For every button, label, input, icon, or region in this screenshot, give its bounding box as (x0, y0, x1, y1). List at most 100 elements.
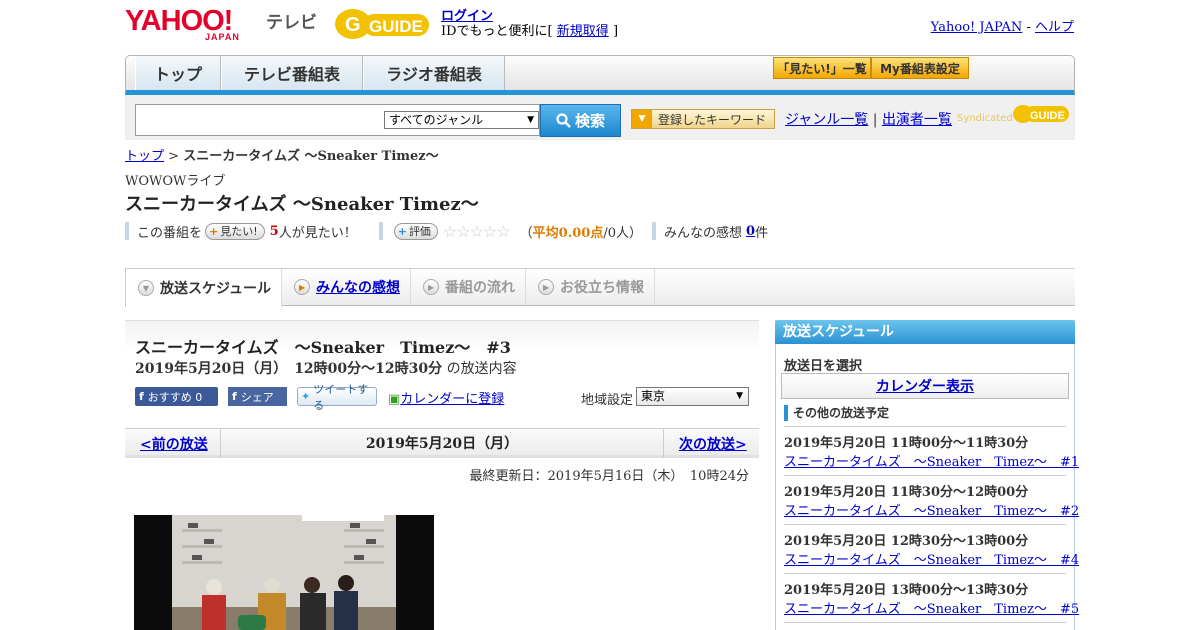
star-icon: ☆ (456, 221, 470, 241)
tab-useful-info: ▶ お役立ち情報 (526, 269, 656, 305)
performer-list-link[interactable]: 出演者一覧 (882, 112, 952, 128)
program-thumbnail-graphic (134, 515, 434, 630)
main-nav: トップ テレビ番組表 ラジオ番組表 「見たい!」一覧 My番組表設定 (125, 55, 1075, 95)
mitai-list-button[interactable]: 「見たい!」一覧 (773, 57, 871, 79)
star-icon: ☆ (482, 221, 497, 241)
genre-links-divider: | (872, 112, 878, 128)
rating-bar: この番組を + 見たい! 5 人が見たい！ + 評価 ☆ ☆ ☆ ☆ ☆ （ 平… (125, 221, 768, 241)
svg-text:GUIDE: GUIDE (1030, 110, 1065, 122)
facebook-recommend-label: おすすめ 0 (147, 390, 203, 404)
add-to-calendar-label: カレンダーに登録 (400, 392, 505, 407)
last-updated: 最終更新日：2019年5月16日（木） 10時24分 (469, 469, 749, 484)
mitai-button[interactable]: + 見たい! (205, 222, 265, 240)
tab-label: みんなの感想 (316, 280, 401, 296)
rating-people: /0人） (603, 225, 642, 241)
facebook-icon: f (232, 390, 237, 403)
breadcrumb: トップ > スニーカータイムズ ～Sneaker Timez～ (125, 145, 439, 164)
rate-button[interactable]: + 評価 (393, 222, 438, 240)
mitai-count: 5 (269, 223, 279, 239)
svg-text:GUIDE: GUIDE (369, 17, 423, 36)
yahoo-logo-japan: JAPAN (205, 32, 240, 42)
genre-select[interactable]: すべてのジャンル ▼ (384, 111, 539, 129)
schedule-time: 2019年5月20日 12時30分～13時00分 (784, 534, 1029, 549)
schedule-time: 2019年5月20日 13時00分～13時30分 (784, 583, 1029, 598)
dropdown-arrow-icon: ▼ (736, 391, 743, 401)
nav-tab-tv-listings[interactable]: テレビ番組表 (221, 56, 363, 90)
top-links-separator: - (1026, 20, 1031, 35)
tab-label: 番組の流れ (445, 280, 516, 296)
yahoo-japan-logo[interactable]: YAHOO! JAPAN (125, 6, 261, 42)
schedule-time: 2019年5月20日 11時00分～11時30分 (784, 436, 1029, 451)
tv-section-label: テレビ (266, 13, 317, 33)
list-item-divider (784, 622, 1066, 630)
plus-icon: + (397, 224, 407, 238)
star-icon: ☆ (442, 221, 457, 241)
current-broadcast-date: 2019年5月20日（月） (220, 428, 664, 458)
schedule-episode-link[interactable]: スニーカータイムズ ～Sneaker Timez～ #4 (784, 549, 1079, 568)
episode-datetime-value: 2019年5月20日（月） 12時00分～12時30分 (135, 361, 443, 377)
signup-link[interactable]: 新規取得 (557, 24, 609, 39)
list-item: 2019年5月20日 11時30分～12時00分 スニーカータイムズ ～Snea… (784, 475, 1079, 524)
tab-broadcast-schedule[interactable]: ▼ 放送スケジュール (125, 269, 283, 307)
schedule-episode-link[interactable]: スニーカータイムズ ～Sneaker Timez～ #2 (784, 500, 1079, 519)
tab-program-flow: ▶ 番組の流れ (411, 269, 527, 305)
divider (378, 222, 383, 240)
region-select-value: 東京 (641, 389, 666, 403)
triangle-down-icon: ▼ (632, 110, 652, 128)
channel-name: WOWOWライブ (125, 174, 226, 189)
next-broadcast-link[interactable]: 次の放送> (679, 434, 747, 454)
schedule-episode-link[interactable]: スニーカータイムズ ～Sneaker Timez～ #5 (784, 598, 1079, 617)
rating-average: 平均0.00点 (532, 225, 604, 241)
sidebar-heading: 放送スケジュール (775, 320, 1075, 344)
episode-title: スニーカータイムズ ～Sneaker Timez～ #3 (135, 338, 511, 357)
tweet-button[interactable]: ✦ ツイートする (297, 383, 377, 412)
syndicated-text: Syndicated (957, 113, 1013, 124)
gguide-logo[interactable]: G GUIDE (333, 6, 433, 42)
yahoo-japan-link[interactable]: Yahoo! JAPAN (931, 20, 1023, 35)
impressions-count-link[interactable]: 0 (746, 224, 755, 239)
divider (652, 222, 656, 240)
login-sub-suffix: ] (612, 24, 619, 39)
login-sub-prefix: IDでもっと便利に[ (441, 24, 553, 39)
genre-list-link[interactable]: ジャンル一覧 (785, 112, 868, 128)
tab-label: 放送スケジュール (160, 281, 272, 297)
gguide-logo-graphic: G GUIDE (335, 9, 429, 39)
facebook-recommend-button[interactable]: f おすすめ 0 (135, 387, 218, 406)
dropdown-arrow-icon: ▼ (527, 115, 534, 125)
twitter-bird-icon: ✦ (301, 390, 311, 403)
show-calendar-button[interactable]: カレンダー表示 (781, 373, 1069, 399)
genre-links: ジャンル一覧 | 出演者一覧 (785, 109, 952, 129)
facebook-share-button[interactable]: f シェア (228, 387, 287, 406)
rating-open: （ (519, 225, 533, 241)
program-tabs: ▼ 放送スケジュール ▶ みんなの感想 ▶ 番組の流れ ▶ お役立ち情報 (125, 268, 1075, 307)
region-label: 地域設定 (581, 393, 634, 408)
search-button[interactable]: 検索 (540, 104, 621, 137)
add-to-calendar-link[interactable]: ▣カレンダーに登録 (388, 388, 504, 407)
magnifier-icon (556, 113, 571, 128)
schedule-time: 2019年5月20日 11時30分～12時00分 (784, 485, 1029, 500)
nav-tab-top[interactable]: トップ (135, 56, 221, 90)
previous-broadcast-link[interactable]: <前の放送 (140, 434, 208, 454)
page-title: スニーカータイムズ ～Sneaker Timez～ (125, 194, 479, 215)
syndicated-logo-graphic: Syndicated GUIDE (957, 105, 1069, 124)
region-select[interactable]: 東京 ▼ (636, 387, 749, 406)
play-icon: ▶ (538, 279, 555, 295)
tab-impressions[interactable]: ▶ みんなの感想 (282, 269, 412, 305)
schedule-episode-link[interactable]: スニーカータイムズ ～Sneaker Timez～ #1 (784, 451, 1079, 470)
my-settings-button[interactable]: My番組表設定 (871, 57, 969, 79)
other-schedule-label: その他の放送予定 (784, 405, 889, 421)
registered-keyword-button[interactable]: ▼ 登録したキーワード (631, 109, 775, 129)
nav-tab-radio-listings[interactable]: ラジオ番組表 (363, 56, 505, 90)
breadcrumb-home-link[interactable]: トップ (125, 149, 164, 164)
select-date-label: 放送日を選択 (784, 359, 863, 374)
facebook-share-label: シェア (240, 390, 274, 404)
yahoo-logo-text: YAHOO! (125, 5, 233, 37)
facebook-icon: f (139, 390, 144, 403)
impressions-label: みんなの感想 (664, 225, 743, 241)
breadcrumb-separator: > (168, 149, 180, 164)
help-link[interactable]: ヘルプ (1035, 20, 1074, 35)
list-item: 2019年5月20日 13時00分～13時30分 スニーカータイムズ ～Snea… (784, 573, 1079, 622)
calendar-plus-icon: ▣ (388, 392, 401, 407)
tweet-label: ツイートする (313, 382, 369, 412)
mitai-suffix: 人が見たい！ (278, 225, 357, 241)
